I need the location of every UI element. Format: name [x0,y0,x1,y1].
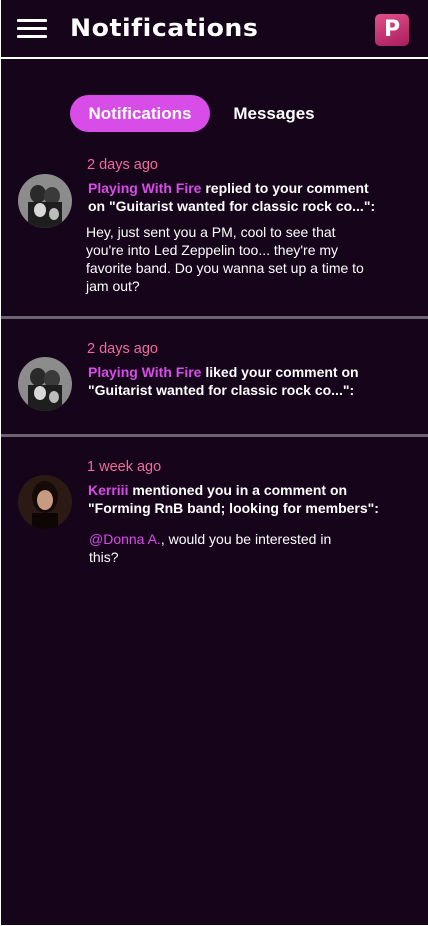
avatar[interactable] [18,475,72,529]
action-text: mentioned you in a comment on [128,482,348,498]
comment-body: @Donna A., would you be interested in th… [89,530,359,566]
app-logo[interactable]: P [375,14,409,46]
notification-item[interactable]: 2 days ago Playing With Fire replied to … [1,150,428,316]
notification-item[interactable]: 2 days ago Playing With Fire liked your … [1,319,428,434]
action-text: replied to your comment [201,180,369,196]
notification-target[interactable]: "Guitarist wanted for classic rock co...… [88,381,388,399]
comment-body: Hey, just sent you a PM, cool to see tha… [86,224,364,294]
actor-link[interactable]: Playing With Fire [88,364,201,380]
notification-headline: Playing With Fire replied to your commen… [88,179,388,197]
app-screen: Notifications P Notifications Messages 2… [1,0,428,925]
avatar[interactable] [18,174,72,228]
timestamp: 1 week ago [87,459,162,475]
notification-headline: Kerriii mentioned you in a comment on [88,481,388,499]
hamburger-menu-icon[interactable] [17,19,47,39]
mention-link[interactable]: @Donna A. [89,531,161,547]
actor-link[interactable]: Playing With Fire [88,180,201,196]
tab-notifications[interactable]: Notifications [70,95,210,132]
notification-item[interactable]: 1 week ago Kerriii mentioned you in a co… [1,437,428,577]
notification-target[interactable]: on "Guitarist wanted for classic rock co… [88,197,388,215]
timestamp: 2 days ago [87,341,158,357]
tab-messages[interactable]: Messages [218,95,330,132]
page-title: Notifications [70,14,259,42]
actor-link[interactable]: Kerriii [88,482,128,498]
avatar[interactable] [18,357,72,411]
action-text: liked your comment on [201,364,359,380]
timestamp: 2 days ago [87,157,158,173]
top-bar: Notifications P [1,0,428,59]
notification-headline: Playing With Fire liked your comment on [88,363,388,381]
notification-target[interactable]: "Forming RnB band; looking for members": [88,499,388,517]
